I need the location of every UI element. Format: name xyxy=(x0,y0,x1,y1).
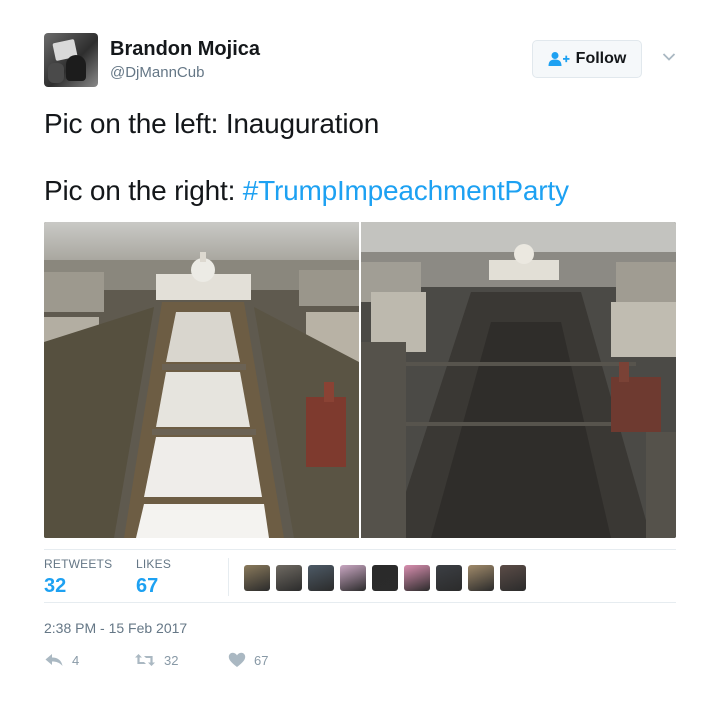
likes-stat[interactable]: LIKES 67 xyxy=(136,557,171,598)
reply-count: 4 xyxy=(72,652,80,668)
retweet-icon xyxy=(135,654,155,666)
aerial-photo-inauguration-crowd xyxy=(44,222,359,538)
tweet-text-line: Pic on the right: #TrumpImpeachmentParty xyxy=(44,175,569,207)
like-action[interactable]: 67 xyxy=(228,652,268,668)
hashtag-link[interactable]: #TrumpImpeachmentParty xyxy=(243,175,569,206)
reply-action[interactable]: 4 xyxy=(44,652,79,668)
retweet-count: 32 xyxy=(164,652,179,668)
stats-divider xyxy=(228,558,229,596)
avatar-photo-detail xyxy=(66,55,86,81)
liker-avatar[interactable] xyxy=(244,565,270,591)
likes-count: 67 xyxy=(136,575,159,597)
follow-button[interactable]: Follow xyxy=(532,40,642,78)
follow-button-label: Follow xyxy=(575,50,627,67)
liker-avatar[interactable] xyxy=(404,565,430,591)
tweet-timestamp[interactable]: 2:38 PM - 15 Feb 2017 xyxy=(44,620,187,636)
retweets-stat[interactable]: RETWEETS 32 xyxy=(44,557,112,598)
tweet-stats: RETWEETS 32 LIKES 67 xyxy=(44,549,676,603)
aerial-photo-comparison-crowd xyxy=(361,222,676,538)
tweet-media xyxy=(44,222,676,538)
media-photo-right[interactable] xyxy=(361,222,676,538)
likes-label: LIKES xyxy=(136,557,172,571)
liker-avatar[interactable] xyxy=(276,565,302,591)
like-count: 67 xyxy=(254,652,269,668)
liker-avatar[interactable] xyxy=(436,565,462,591)
liker-avatar[interactable] xyxy=(308,565,334,591)
liker-avatar[interactable] xyxy=(468,565,494,591)
retweet-action[interactable]: 32 xyxy=(134,652,178,668)
avatar[interactable] xyxy=(44,33,98,87)
user-handle[interactable]: @DjMannCub xyxy=(110,64,204,81)
tweet-text-line: Pic on the left: Inauguration xyxy=(44,108,380,139)
liker-avatar[interactable] xyxy=(372,565,398,591)
retweets-count: 32 xyxy=(44,575,67,597)
liker-avatar[interactable] xyxy=(340,565,366,591)
tweet-text-prefix: Pic on the right: xyxy=(44,175,243,206)
retweets-label: RETWEETS xyxy=(44,557,113,571)
liker-avatar[interactable] xyxy=(500,565,526,591)
chevron-down-icon[interactable] xyxy=(662,52,676,62)
avatar-photo-detail xyxy=(48,63,64,83)
person-plus-icon xyxy=(548,52,570,66)
liker-avatars xyxy=(244,565,526,591)
media-photo-left[interactable] xyxy=(44,222,359,538)
display-name[interactable]: Brandon Mojica xyxy=(110,38,260,61)
reply-icon xyxy=(45,654,63,666)
heart-icon xyxy=(228,652,246,667)
